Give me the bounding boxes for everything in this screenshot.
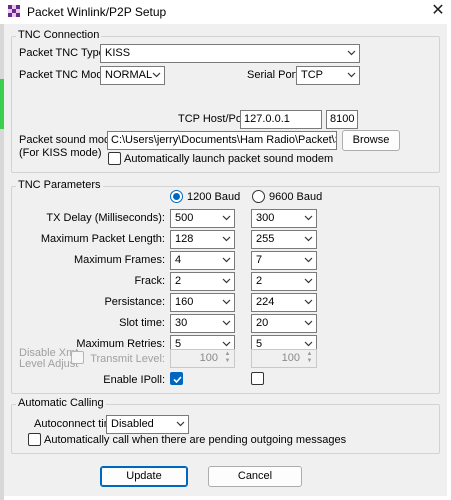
baud-1200-label: 1200 Baud bbox=[187, 191, 241, 203]
max-packet-length-9600-value: 255 bbox=[256, 233, 275, 245]
tcp-port-input[interactable]: 8100 bbox=[326, 110, 358, 129]
serial-port-value: TCP bbox=[301, 69, 323, 81]
transmit-level-1200-value: 100 bbox=[199, 352, 218, 364]
chevron-down-icon bbox=[304, 215, 313, 221]
automatic-calling-legend: Automatic Calling bbox=[16, 397, 106, 409]
update-button[interactable]: Update bbox=[100, 466, 188, 487]
max-frames-label: Maximum Frames: bbox=[73, 254, 165, 266]
tx-delay-9600-value: 300 bbox=[256, 212, 275, 224]
slot-time-label: Slot time: bbox=[119, 317, 165, 329]
ipoll-9600-checkbox[interactable] bbox=[251, 372, 264, 385]
chevron-down-icon bbox=[304, 299, 313, 305]
max-packet-length-9600-select[interactable]: 255 bbox=[251, 230, 317, 249]
chevron-down-icon bbox=[304, 236, 313, 242]
sound-modem-sublabel: (For KISS mode) bbox=[19, 147, 102, 159]
max-packet-length-1200-select[interactable]: 128 bbox=[170, 230, 235, 249]
frack-1200-value: 2 bbox=[175, 275, 182, 287]
chevron-down-icon bbox=[304, 341, 313, 347]
max-packet-length-1200-value: 128 bbox=[175, 233, 194, 245]
spinner-arrows-icon: ▲ ▼ bbox=[306, 351, 313, 364]
tnc-type-value: KISS bbox=[105, 47, 131, 59]
chevron-down-icon bbox=[304, 320, 313, 326]
chevron-down-icon bbox=[222, 320, 231, 326]
baud-1200-radio[interactable] bbox=[170, 190, 183, 203]
frack-9600-value: 2 bbox=[256, 275, 263, 287]
serial-port-select[interactable]: TCP bbox=[296, 66, 360, 85]
persistance-9600-value: 224 bbox=[256, 296, 275, 308]
chevron-down-icon bbox=[347, 72, 356, 78]
tx-delay-9600-select[interactable]: 300 bbox=[251, 209, 317, 228]
serial-port-label: Serial Port: bbox=[247, 69, 302, 81]
frack-1200-select[interactable]: 2 bbox=[170, 272, 235, 291]
tnc-type-select[interactable]: KISS bbox=[100, 44, 360, 63]
transmit-level-1200-spinner[interactable]: 100 ▲ ▼ bbox=[170, 349, 235, 368]
slot-time-1200-select[interactable]: 30 bbox=[170, 314, 235, 333]
max-frames-1200-select[interactable]: 4 bbox=[170, 251, 235, 270]
transmit-level-label: Transmit Level: bbox=[90, 353, 165, 365]
chevron-down-icon bbox=[176, 421, 185, 427]
ipoll-1200-checkbox[interactable] bbox=[170, 372, 183, 385]
persistance-1200-value: 160 bbox=[175, 296, 194, 308]
chevron-down-icon bbox=[222, 236, 231, 242]
max-frames-1200-value: 4 bbox=[175, 254, 182, 266]
tnc-connection-legend: TNC Connection bbox=[16, 29, 102, 41]
transmit-level-9600-value: 100 bbox=[281, 352, 300, 364]
browse-button[interactable]: Browse bbox=[342, 130, 400, 151]
tx-delay-1200-value: 500 bbox=[175, 212, 194, 224]
chevron-down-icon bbox=[304, 257, 313, 263]
slot-time-1200-value: 30 bbox=[175, 317, 188, 329]
max-retries-label: Maximum Retries: bbox=[76, 338, 165, 350]
frack-9600-select[interactable]: 2 bbox=[251, 272, 317, 291]
chevron-down-icon bbox=[152, 72, 161, 78]
sound-modem-path-input[interactable]: C:\Users\jerry\Documents\Ham Radio\Packe… bbox=[107, 131, 337, 150]
tnc-model-select[interactable]: NORMAL bbox=[100, 66, 165, 85]
max-packet-length-label: Maximum Packet Length: bbox=[40, 233, 165, 245]
close-icon[interactable]: ✕ bbox=[428, 2, 448, 22]
slot-time-9600-select[interactable]: 20 bbox=[251, 314, 317, 333]
persistance-9600-select[interactable]: 224 bbox=[251, 293, 317, 312]
checkmark-icon bbox=[173, 376, 182, 384]
chevron-down-icon bbox=[222, 215, 231, 221]
autoconnect-time-value: Disabled bbox=[111, 418, 154, 430]
tx-delay-1200-select[interactable]: 500 bbox=[170, 209, 235, 228]
spinner-arrows-icon: ▲ ▼ bbox=[224, 351, 231, 364]
auto-call-label: Automatically call when there are pendin… bbox=[44, 434, 347, 446]
tnc-model-value: NORMAL bbox=[105, 69, 153, 81]
slot-time-9600-value: 20 bbox=[256, 317, 269, 329]
persistance-label: Persistance: bbox=[104, 296, 165, 308]
baud-9600-label: 9600 Baud bbox=[269, 191, 323, 203]
chevron-down-icon bbox=[347, 50, 356, 56]
chevron-down-icon bbox=[222, 341, 231, 347]
chevron-down-icon bbox=[222, 278, 231, 284]
window-title: Packet Winlink/P2P Setup bbox=[27, 5, 167, 19]
frack-label: Frack: bbox=[134, 275, 165, 287]
app-icon bbox=[8, 5, 20, 17]
baud-9600-radio[interactable] bbox=[252, 190, 265, 203]
autoconnect-time-select[interactable]: Disabled bbox=[106, 415, 189, 434]
tnc-type-label: Packet TNC Type: bbox=[19, 47, 108, 59]
auto-call-checkbox[interactable] bbox=[28, 433, 41, 446]
tcp-host-input[interactable]: 127.0.0.1 bbox=[240, 110, 322, 129]
tx-delay-label: TX Delay (Milliseconds): bbox=[46, 212, 165, 224]
tnc-parameters-legend: TNC Parameters bbox=[16, 179, 103, 191]
max-frames-9600-select[interactable]: 7 bbox=[251, 251, 317, 270]
transmit-level-9600-spinner[interactable]: 100 ▲ ▼ bbox=[251, 349, 317, 368]
auto-launch-label: Automatically launch packet sound modem bbox=[124, 153, 334, 165]
chevron-down-icon bbox=[304, 278, 313, 284]
disable-xmt-label-line2: Level Adjust bbox=[19, 358, 79, 370]
chevron-down-icon bbox=[222, 257, 231, 263]
chevron-down-icon bbox=[222, 299, 231, 305]
cancel-button[interactable]: Cancel bbox=[208, 466, 302, 487]
auto-launch-checkbox[interactable] bbox=[108, 152, 121, 165]
enable-ipoll-label: Enable IPoll: bbox=[103, 374, 165, 386]
max-frames-9600-value: 7 bbox=[256, 254, 263, 266]
disable-xmt-checkbox[interactable] bbox=[71, 351, 84, 364]
persistance-1200-select[interactable]: 160 bbox=[170, 293, 235, 312]
